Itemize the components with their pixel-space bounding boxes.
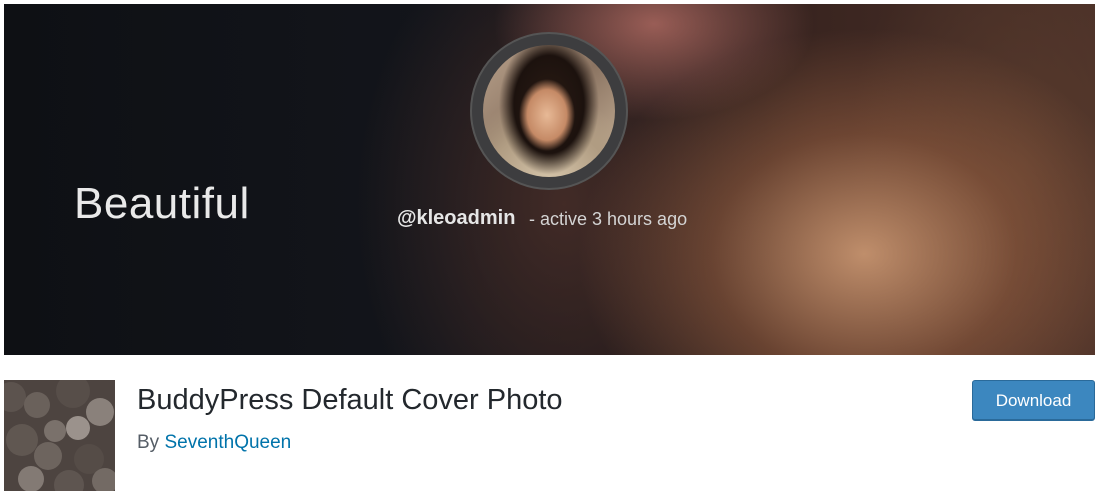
banner-title: Beautiful — [74, 179, 250, 228]
profile-username: @kleoadmin — [397, 207, 516, 229]
pattern-dot — [24, 392, 50, 418]
pattern-dot — [6, 424, 38, 456]
profile-avatar — [483, 45, 615, 177]
pattern-dot — [56, 380, 90, 408]
plugin-author-line: By SeventhQueen — [137, 432, 291, 454]
plugin-icon — [4, 380, 115, 491]
pattern-dot — [92, 468, 115, 491]
pattern-dot — [86, 398, 114, 426]
pattern-dot — [54, 470, 84, 491]
pattern-dot — [44, 420, 66, 442]
author-prefix: By — [137, 432, 160, 453]
cover-photo-banner: Beautiful @kleoadmin - active 3 hours ag… — [4, 4, 1095, 355]
profile-activity-status: - active 3 hours ago — [529, 209, 688, 229]
profile-avatar-ring — [470, 32, 628, 190]
plugin-title: BuddyPress Default Cover Photo — [137, 384, 563, 416]
pattern-dot — [66, 416, 90, 440]
pattern-dot — [18, 466, 44, 491]
author-link[interactable]: SeventhQueen — [164, 432, 291, 453]
pattern-dot — [34, 442, 62, 470]
download-button[interactable]: Download — [972, 380, 1095, 421]
pattern-dot — [4, 382, 26, 412]
